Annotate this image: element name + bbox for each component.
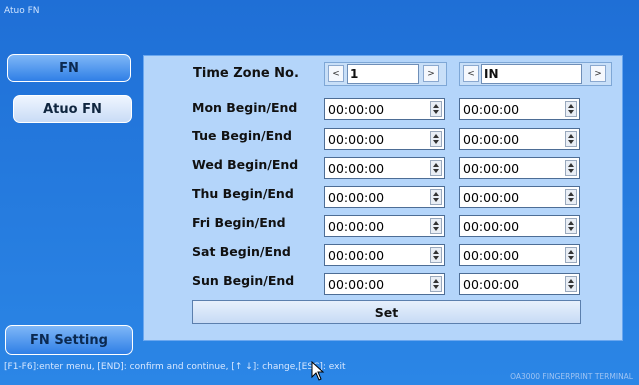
time-value: 00:00:00: [328, 102, 385, 117]
arrow-up-icon[interactable]: [433, 192, 439, 196]
arrow-up-icon[interactable]: [568, 163, 574, 167]
end-time-field[interactable]: 00:00:00: [459, 157, 580, 179]
arrow-down-icon[interactable]: [433, 198, 439, 202]
spinner-icon[interactable]: [565, 101, 577, 117]
sidebar: FN Atuo FN FN Setting: [0, 50, 138, 360]
time-value: 00:00:00: [328, 277, 385, 292]
direction-next-button[interactable]: >: [590, 65, 606, 82]
arrow-up-icon[interactable]: [433, 134, 439, 138]
day-label: Fri Begin/End: [192, 215, 286, 230]
time-value: 00:00:00: [328, 132, 385, 147]
arrow-down-icon[interactable]: [568, 227, 574, 231]
atuo-fn-button[interactable]: Atuo FN: [13, 95, 132, 123]
arrow-up-icon[interactable]: [568, 192, 574, 196]
spinner-icon[interactable]: [430, 276, 442, 292]
arrow-up-icon[interactable]: [568, 104, 574, 108]
fn-button[interactable]: FN: [7, 54, 131, 82]
spinner-icon[interactable]: [565, 131, 577, 147]
time-zone-prev-button[interactable]: <: [328, 65, 344, 82]
fn-setting-button[interactable]: FN Setting: [5, 325, 133, 355]
arrow-down-icon[interactable]: [568, 169, 574, 173]
day-label: Sun Begin/End: [192, 273, 295, 288]
direction-selector: < IN >: [459, 62, 612, 86]
arrow-down-icon[interactable]: [433, 169, 439, 173]
time-value: 00:00:00: [328, 248, 385, 263]
day-label: Wed Begin/End: [192, 157, 299, 172]
app-window: Atuo FN FN Atuo FN FN Setting Time Zone …: [0, 0, 639, 385]
time-value: 00:00:00: [463, 132, 520, 147]
arrow-down-icon[interactable]: [568, 110, 574, 114]
window-title: Atuo FN: [4, 6, 40, 16]
spinner-icon[interactable]: [565, 276, 577, 292]
arrow-up-icon[interactable]: [568, 221, 574, 225]
spinner-icon[interactable]: [565, 160, 577, 176]
day-label: Thu Begin/End: [192, 186, 294, 201]
day-label: Sat Begin/End: [192, 244, 291, 259]
begin-time-field[interactable]: 00:00:00: [324, 157, 445, 179]
time-value: 00:00:00: [463, 219, 520, 234]
arrow-up-icon[interactable]: [568, 250, 574, 254]
set-button[interactable]: Set: [192, 300, 581, 324]
arrow-down-icon[interactable]: [433, 110, 439, 114]
time-value: 00:00:00: [463, 248, 520, 263]
spinner-icon[interactable]: [430, 160, 442, 176]
end-time-field[interactable]: 00:00:00: [459, 273, 580, 295]
arrow-up-icon[interactable]: [433, 279, 439, 283]
time-value: 00:00:00: [328, 190, 385, 205]
time-value: 00:00:00: [463, 190, 520, 205]
direction-prev-button[interactable]: <: [463, 65, 479, 82]
time-zone-next-button[interactable]: >: [423, 65, 439, 82]
time-value: 00:00:00: [328, 161, 385, 176]
end-time-field[interactable]: 00:00:00: [459, 128, 580, 150]
arrow-down-icon[interactable]: [433, 140, 439, 144]
mouse-cursor-icon: [311, 361, 325, 381]
time-value: 00:00:00: [463, 161, 520, 176]
direction-value[interactable]: IN: [481, 64, 582, 84]
arrow-down-icon[interactable]: [568, 140, 574, 144]
begin-time-field[interactable]: 00:00:00: [324, 98, 445, 120]
spinner-icon[interactable]: [565, 218, 577, 234]
arrow-up-icon[interactable]: [433, 221, 439, 225]
begin-time-field[interactable]: 00:00:00: [324, 128, 445, 150]
arrow-up-icon[interactable]: [568, 134, 574, 138]
time-value: 00:00:00: [328, 219, 385, 234]
begin-time-field[interactable]: 00:00:00: [324, 244, 445, 266]
begin-time-field[interactable]: 00:00:00: [324, 215, 445, 237]
arrow-up-icon[interactable]: [433, 250, 439, 254]
arrow-down-icon[interactable]: [433, 256, 439, 260]
spinner-icon[interactable]: [565, 247, 577, 263]
day-label: Tue Begin/End: [192, 128, 292, 143]
time-value: 00:00:00: [463, 277, 520, 292]
arrow-down-icon[interactable]: [568, 198, 574, 202]
day-label: Mon Begin/End: [192, 100, 298, 115]
spinner-icon[interactable]: [430, 189, 442, 205]
arrow-up-icon[interactable]: [433, 104, 439, 108]
spinner-icon[interactable]: [430, 247, 442, 263]
spinner-icon[interactable]: [430, 101, 442, 117]
end-time-field[interactable]: 00:00:00: [459, 186, 580, 208]
time-zone-number-selector: < 1 >: [324, 62, 447, 86]
arrow-down-icon[interactable]: [433, 227, 439, 231]
arrow-up-icon[interactable]: [433, 163, 439, 167]
arrow-down-icon[interactable]: [433, 285, 439, 289]
arrow-up-icon[interactable]: [568, 279, 574, 283]
end-time-field[interactable]: 00:00:00: [459, 244, 580, 266]
spinner-icon[interactable]: [565, 189, 577, 205]
spinner-icon[interactable]: [430, 131, 442, 147]
time-zone-number-value[interactable]: 1: [347, 64, 419, 84]
spinner-icon[interactable]: [430, 218, 442, 234]
time-zone-label: Time Zone No.: [193, 66, 299, 81]
end-time-field[interactable]: 00:00:00: [459, 215, 580, 237]
begin-time-field[interactable]: 00:00:00: [324, 273, 445, 295]
arrow-down-icon[interactable]: [568, 256, 574, 260]
brand-label: OA3000 FINGERPRINT TERMINAL: [510, 372, 633, 381]
arrow-down-icon[interactable]: [568, 285, 574, 289]
begin-time-field[interactable]: 00:00:00: [324, 186, 445, 208]
time-value: 00:00:00: [463, 102, 520, 117]
end-time-field[interactable]: 00:00:00: [459, 98, 580, 120]
status-help-text: [F1-F6]:enter menu, [END]: confirm and c…: [4, 362, 346, 372]
